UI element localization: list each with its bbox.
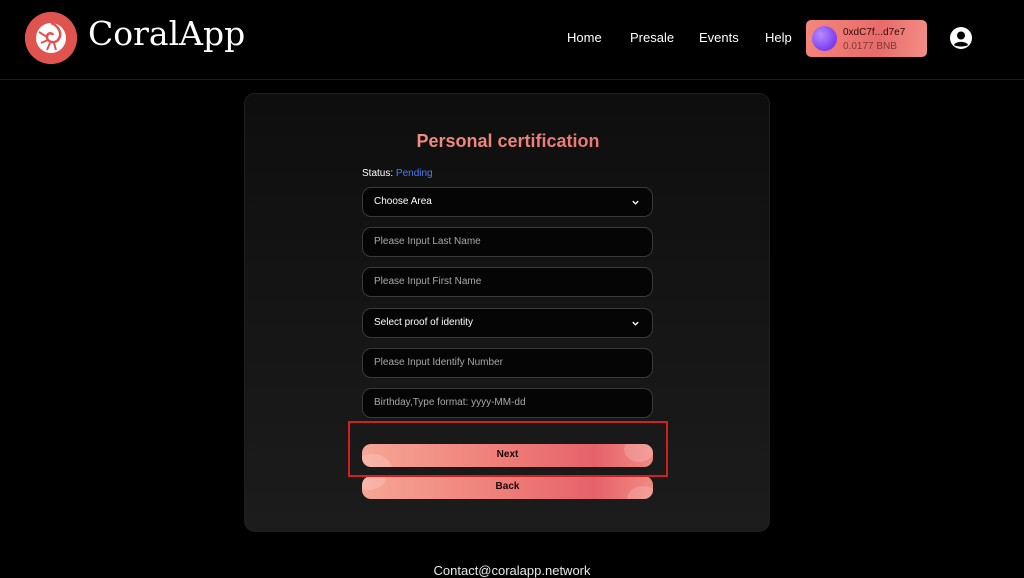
wallet-address: 0xdC7f...d7e7 <box>843 27 906 38</box>
certification-card: Personal certification Status: Pending C… <box>244 93 770 532</box>
brand-name: CoralApp <box>88 14 246 53</box>
birthday-placeholder: Birthday,Type format: yyyy-MM-dd <box>374 397 526 408</box>
wallet-button[interactable]: 0xdC7f...d7e7 0.0177 BNB <box>806 20 927 57</box>
user-circle-icon[interactable] <box>949 26 973 50</box>
nav-presale[interactable]: Presale <box>630 30 674 45</box>
area-select[interactable]: Choose Area <box>362 187 653 217</box>
last-name-input[interactable]: Please Input Last Name <box>362 227 653 257</box>
nav-help[interactable]: Help <box>765 30 792 45</box>
top-navbar: CoralApp Home Presale Events Help 0xdC7f… <box>0 0 1024 80</box>
last-name-placeholder: Please Input Last Name <box>374 236 481 247</box>
id-number-placeholder: Please Input Identify Number <box>374 357 503 368</box>
birthday-input[interactable]: Birthday,Type format: yyyy-MM-dd <box>362 388 653 418</box>
back-button[interactable]: Back <box>362 476 653 499</box>
next-button-label: Next <box>496 449 519 460</box>
next-button[interactable]: Next <box>362 444 653 467</box>
footer-contact[interactable]: Contact@coralapp.network <box>0 563 1024 578</box>
chevron-down-icon <box>632 200 639 205</box>
first-name-input[interactable]: Please Input First Name <box>362 267 653 297</box>
wallet-balance: 0.0177 BNB <box>843 41 897 52</box>
chevron-down-icon <box>632 321 639 326</box>
area-select-value: Choose Area <box>374 196 432 207</box>
identity-proof-select[interactable]: Select proof of identity <box>362 308 653 338</box>
status-badge: Pending <box>395 168 433 179</box>
id-number-input[interactable]: Please Input Identify Number <box>362 348 653 378</box>
nav-home[interactable]: Home <box>567 30 602 45</box>
back-button-label: Back <box>495 481 520 492</box>
identity-proof-value: Select proof of identity <box>374 317 473 328</box>
nav-events[interactable]: Events <box>699 30 739 45</box>
wallet-avatar-icon <box>812 26 837 51</box>
status-label: Status: <box>362 168 394 179</box>
coral-logo-icon[interactable] <box>25 12 77 64</box>
status-line: Status: Pending <box>362 168 433 179</box>
page-title: Personal certification <box>245 131 771 152</box>
first-name-placeholder: Please Input First Name <box>374 276 482 287</box>
